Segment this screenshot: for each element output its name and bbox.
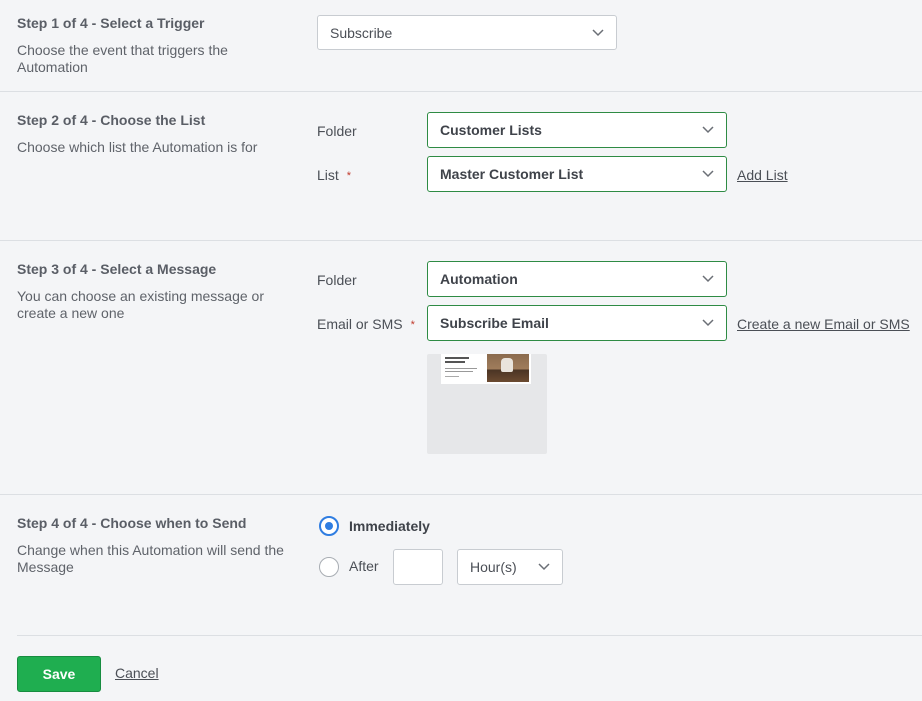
list-label: List * bbox=[317, 167, 351, 183]
required-marker: * bbox=[346, 170, 352, 182]
step1-description: Choose the event that triggers the Autom… bbox=[17, 42, 228, 75]
list-label-text: List bbox=[317, 167, 339, 183]
message-folder-value: Automation bbox=[440, 271, 518, 287]
divider bbox=[0, 494, 922, 495]
step2-description: Choose which list the Automation is for bbox=[17, 139, 258, 155]
divider bbox=[0, 91, 922, 92]
after-label: After bbox=[349, 558, 379, 574]
chevron-down-icon bbox=[702, 275, 714, 283]
message-label-text: Email or SMS bbox=[317, 316, 403, 332]
step2-title: Step 2 of 4 - Choose the List bbox=[17, 112, 206, 128]
list-folder-value: Customer Lists bbox=[440, 122, 542, 138]
create-message-link[interactable]: Create a new Email or SMS bbox=[737, 316, 910, 332]
immediately-radio[interactable] bbox=[319, 516, 339, 536]
message-preview-card bbox=[441, 354, 531, 384]
step1-title: Step 1 of 4 - Select a Trigger bbox=[17, 15, 205, 31]
save-button[interactable]: Save bbox=[17, 656, 101, 692]
chevron-down-icon bbox=[702, 126, 714, 134]
list-folder-label: Folder bbox=[317, 123, 357, 139]
delay-amount-input[interactable] bbox=[393, 549, 443, 585]
step4-description: Change when this Automation will send th… bbox=[17, 542, 284, 575]
immediately-label: Immediately bbox=[349, 518, 430, 534]
preview-dog-image bbox=[501, 358, 513, 372]
message-select-value: Subscribe Email bbox=[440, 315, 549, 331]
list-select[interactable]: Master Customer List bbox=[427, 156, 727, 192]
cancel-link[interactable]: Cancel bbox=[115, 665, 159, 681]
list-select-value: Master Customer List bbox=[440, 166, 584, 182]
trigger-select-value: Subscribe bbox=[330, 24, 393, 41]
required-marker: * bbox=[410, 319, 415, 331]
delay-unit-value: Hour(s) bbox=[470, 559, 517, 575]
message-folder-select[interactable]: Automation bbox=[427, 261, 727, 297]
message-label: Email or SMS * bbox=[317, 316, 415, 332]
list-folder-select[interactable]: Customer Lists bbox=[427, 112, 727, 148]
automation-setup-page: Step 1 of 4 - Select a Trigger Choose th… bbox=[0, 0, 922, 701]
message-select[interactable]: Subscribe Email bbox=[427, 305, 727, 341]
trigger-select[interactable]: Subscribe bbox=[317, 15, 617, 50]
divider bbox=[0, 240, 922, 241]
add-list-link[interactable]: Add List bbox=[737, 167, 788, 183]
chevron-down-icon bbox=[702, 319, 714, 327]
chevron-down-icon bbox=[538, 563, 550, 571]
step3-title: Step 3 of 4 - Select a Message bbox=[17, 261, 217, 277]
step3-description: You can choose an existing message or cr… bbox=[17, 288, 264, 321]
message-folder-label: Folder bbox=[317, 272, 357, 288]
chevron-down-icon bbox=[592, 29, 604, 37]
after-radio[interactable] bbox=[319, 557, 339, 577]
delay-unit-select[interactable]: Hour(s) bbox=[457, 549, 563, 585]
message-preview-thumbnail[interactable] bbox=[427, 354, 547, 454]
chevron-down-icon bbox=[702, 170, 714, 178]
divider bbox=[17, 635, 922, 636]
step4-title: Step 4 of 4 - Choose when to Send bbox=[17, 515, 247, 531]
